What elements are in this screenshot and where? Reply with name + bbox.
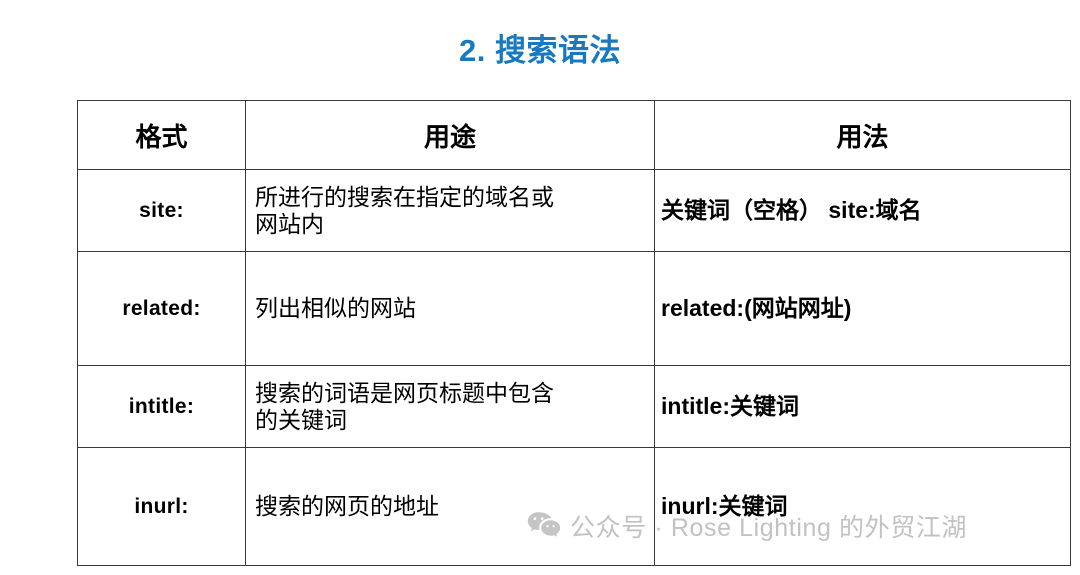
cell-purpose: 搜索的词语是网页标题中包含 的关键词 [245,365,655,448]
cell-purpose: 列出相似的网站 [245,251,655,366]
purpose-line: 的关键词 [255,406,347,433]
cell-usage: 关键词（空格） site:域名 [654,169,1071,252]
cell-usage: inurl:关键词 [654,447,1071,566]
table-row: site: 所进行的搜索在指定的域名或 网站内 关键词（空格） site:域名 [77,169,1071,252]
table-header-row: 格式 用途 用法 [77,100,1071,170]
column-header-purpose: 用途 [245,100,655,170]
purpose-line: 网站内 [255,210,324,237]
cell-usage: intitle:关键词 [654,365,1071,448]
cell-usage: related:(网站网址) [654,251,1071,366]
cell-format: site: [77,169,246,252]
column-header-usage: 用法 [654,100,1071,170]
cell-purpose: 所进行的搜索在指定的域名或 网站内 [245,169,655,252]
cell-format: related: [77,251,246,366]
purpose-line: 搜索的词语是网页标题中包含 [255,379,554,406]
purpose-line: 所进行的搜索在指定的域名或 [255,183,554,210]
purpose-line: 搜索的网页的地址 [255,493,439,520]
column-header-format: 格式 [77,100,246,170]
search-syntax-table: 格式 用途 用法 site: 所进行的搜索在指定的域名或 网站内 关键词（空格）… [77,100,1071,566]
purpose-line: 列出相似的网站 [255,295,416,322]
cell-format: intitle: [77,365,246,448]
cell-purpose: 搜索的网页的地址 [245,447,655,566]
cell-format: inurl: [77,447,246,566]
table-row: intitle: 搜索的词语是网页标题中包含 的关键词 intitle:关键词 [77,365,1071,448]
table-row: related: 列出相似的网站 related:(网站网址) [77,251,1071,366]
page-title: 2. 搜索语法 [459,33,621,68]
table-row: inurl: 搜索的网页的地址 inurl:关键词 [77,447,1071,566]
